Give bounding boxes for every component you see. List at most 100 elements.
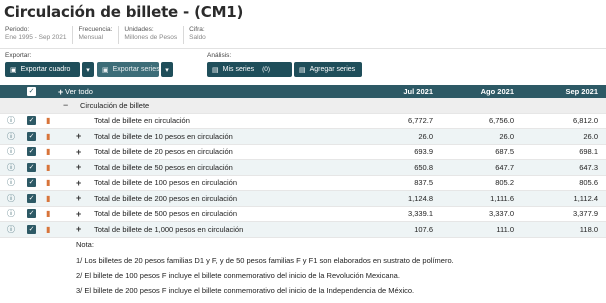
chart-icon[interactable]: ▮ bbox=[46, 178, 55, 187]
info-icon[interactable]: ⓘ bbox=[6, 146, 16, 157]
cell-value: 6,772.7 bbox=[407, 116, 433, 126]
expand-all-icon[interactable]: + bbox=[58, 87, 63, 97]
analysis-label: Análisis: bbox=[207, 52, 232, 59]
series-name: Total de billete de 500 pesos en circula… bbox=[94, 209, 238, 219]
info-icon[interactable]: ⓘ bbox=[6, 162, 16, 173]
table-row[interactable]: ⓘ ✓ ▮ Total de billete en circulación 6,772.… bbox=[0, 114, 606, 129]
table-row[interactable]: ⓘ ✓ ▮ + Total de billete de 1,000 pesos en c… bbox=[0, 222, 606, 238]
add-series-button[interactable]: ▤ Agregar series bbox=[294, 62, 362, 77]
meta-value: Mensual bbox=[78, 34, 104, 41]
notes: Nota: 1/ Los billetes de 20 pesos famili… bbox=[76, 240, 454, 301]
cell-value: 6,812.0 bbox=[572, 116, 598, 126]
info-icon[interactable]: ⓘ bbox=[6, 131, 16, 142]
my-series-label: Mis series bbox=[222, 66, 255, 73]
add-chart-icon: ▤ bbox=[299, 66, 306, 74]
export-table-dropdown[interactable]: ▾ bbox=[82, 62, 94, 77]
info-icon[interactable]: ⓘ bbox=[6, 193, 16, 204]
note-line: 2/ El billete de 100 pesos F incluye el … bbox=[76, 271, 400, 280]
series-name: Total de billete de 1,000 pesos en circu… bbox=[94, 224, 244, 234]
data-table: ✓ + Ver todo Jul 2021 Ago 2021 Sep 2021 … bbox=[0, 85, 606, 238]
chart-icon[interactable]: ▮ bbox=[46, 132, 55, 141]
series-name: Total de billete de 200 pesos en circula… bbox=[94, 193, 238, 203]
view-all-link[interactable]: Ver todo bbox=[65, 87, 93, 96]
export-series-button[interactable]: ▣ Exportar series bbox=[97, 62, 160, 77]
meta-value: Ene 1995 - Sep 2021 bbox=[5, 34, 67, 41]
table-row[interactable]: ⓘ ✓ ▮ + Total de billete de 500 pesos en cir… bbox=[0, 207, 606, 222]
export-table-button[interactable]: ▣ Exportar cuadro bbox=[5, 62, 80, 77]
meta-label: Frecuencia: bbox=[78, 26, 113, 33]
info-icon[interactable]: ⓘ bbox=[6, 208, 16, 219]
info-icon[interactable]: ⓘ bbox=[6, 224, 16, 235]
chart-icon[interactable]: ▮ bbox=[46, 209, 55, 218]
info-icon[interactable]: ⓘ bbox=[6, 115, 16, 126]
row-checkbox[interactable]: ✓ bbox=[27, 162, 36, 172]
chart-icon[interactable]: ▮ bbox=[46, 225, 55, 234]
cell-value: 1,112.4 bbox=[573, 193, 598, 203]
chart-icon[interactable]: ▮ bbox=[46, 163, 55, 172]
cell-value: 687.5 bbox=[495, 147, 514, 157]
column-header[interactable]: Jul 2021 bbox=[373, 87, 433, 96]
cell-value: 647.3 bbox=[579, 162, 598, 172]
my-series-count: (0) bbox=[262, 66, 271, 73]
series-name: Total de billete de 20 pesos en circulac… bbox=[94, 147, 233, 157]
group-row[interactable]: − Circulación de billete bbox=[0, 98, 606, 114]
row-checkbox[interactable]: ✓ bbox=[27, 224, 36, 234]
expand-icon[interactable]: + bbox=[76, 131, 81, 141]
table-header: ✓ + Ver todo Jul 2021 Ago 2021 Sep 2021 bbox=[0, 85, 606, 98]
row-checkbox[interactable]: ✓ bbox=[27, 178, 36, 188]
row-checkbox[interactable]: ✓ bbox=[27, 193, 36, 203]
series-name: Total de billete en circulación bbox=[94, 116, 190, 126]
chart-icon[interactable]: ▮ bbox=[46, 116, 55, 125]
table-row[interactable]: ⓘ ✓ ▮ + Total de billete de 50 pesos en circ… bbox=[0, 160, 606, 176]
note-line: 1/ Los billetes de 20 pesos familias D1 … bbox=[76, 256, 454, 265]
chart-icon[interactable]: ▮ bbox=[46, 147, 55, 156]
export-icon: ▣ bbox=[102, 66, 109, 74]
info-icon[interactable]: ⓘ bbox=[6, 177, 16, 188]
select-all-checkbox[interactable]: ✓ bbox=[27, 87, 36, 96]
collapse-icon[interactable]: − bbox=[63, 100, 68, 110]
export-series-label: Exportar series bbox=[112, 66, 160, 73]
page-title: Circulación de billete - (CM1) bbox=[4, 3, 244, 21]
cell-value: 111.0 bbox=[496, 224, 514, 234]
expand-icon[interactable]: + bbox=[76, 162, 81, 172]
cell-value: 6,756.0 bbox=[488, 116, 514, 126]
cell-value: 3,339.1 bbox=[407, 209, 433, 219]
chart-icon[interactable]: ▮ bbox=[46, 194, 55, 203]
expand-icon[interactable]: + bbox=[76, 193, 81, 203]
expand-icon[interactable]: + bbox=[76, 147, 81, 157]
cell-value: 805.2 bbox=[495, 178, 514, 188]
divider bbox=[0, 48, 606, 49]
export-icon: ▣ bbox=[10, 66, 17, 74]
note-line: 3/ El billete de 200 pesos F incluye el … bbox=[76, 286, 415, 295]
cell-value: 26.0 bbox=[418, 131, 433, 141]
column-header[interactable]: Sep 2021 bbox=[538, 87, 598, 96]
chevron-down-icon: ▾ bbox=[165, 66, 169, 74]
export-series-dropdown[interactable]: ▾ bbox=[161, 62, 173, 77]
expand-icon[interactable]: + bbox=[76, 224, 81, 234]
expand-icon[interactable]: + bbox=[76, 178, 81, 188]
my-series-button[interactable]: ▤ Mis series (0) bbox=[207, 62, 292, 77]
notes-title: Nota: bbox=[76, 240, 94, 249]
cell-value: 1,111.6 bbox=[490, 193, 514, 203]
expand-icon[interactable]: + bbox=[76, 209, 81, 219]
row-checkbox[interactable]: ✓ bbox=[27, 147, 36, 157]
table-row[interactable]: ⓘ ✓ ▮ + Total de billete de 200 pesos en cir… bbox=[0, 191, 606, 207]
cell-value: 26.0 bbox=[499, 131, 514, 141]
cell-value: 805.6 bbox=[579, 178, 598, 188]
chart-icon: ▤ bbox=[212, 66, 219, 74]
series-name: Total de billete de 10 pesos en circulac… bbox=[94, 131, 233, 141]
cell-value: 3,377.9 bbox=[572, 209, 598, 219]
row-checkbox[interactable]: ✓ bbox=[27, 131, 36, 141]
table-row[interactable]: ⓘ ✓ ▮ + Total de billete de 100 pesos en cir… bbox=[0, 176, 606, 191]
table-row[interactable]: ⓘ ✓ ▮ + Total de billete de 10 pesos en circ… bbox=[0, 129, 606, 145]
series-metadata: Periodo: Ene 1995 - Sep 2021 Frecuencia:… bbox=[0, 26, 212, 44]
table-row[interactable]: ⓘ ✓ ▮ + Total de billete de 20 pesos en circ… bbox=[0, 145, 606, 160]
row-checkbox[interactable]: ✓ bbox=[27, 116, 36, 126]
row-checkbox[interactable]: ✓ bbox=[27, 209, 36, 219]
add-series-label: Agregar series bbox=[309, 66, 356, 73]
column-header[interactable]: Ago 2021 bbox=[454, 87, 514, 96]
export-label: Exportar: bbox=[5, 52, 32, 59]
cell-value: 647.7 bbox=[495, 162, 514, 172]
cell-value: 693.9 bbox=[414, 147, 433, 157]
cell-value: 837.5 bbox=[414, 178, 433, 188]
